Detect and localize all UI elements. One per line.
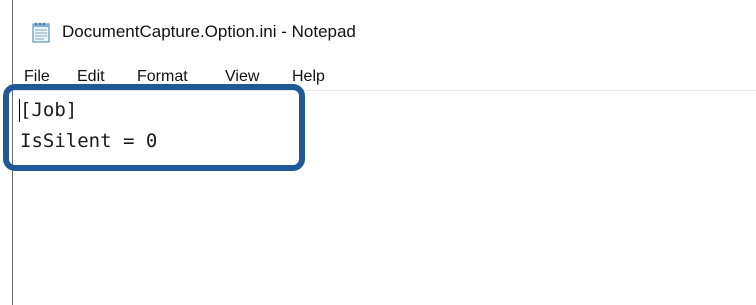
- window-title: DocumentCapture.Option.ini - Notepad: [62, 22, 356, 41]
- title-bar[interactable]: DocumentCapture.Option.ini - Notepad: [13, 0, 756, 64]
- notepad-icon: [30, 21, 51, 43]
- callout-highlight-box: [3, 84, 305, 171]
